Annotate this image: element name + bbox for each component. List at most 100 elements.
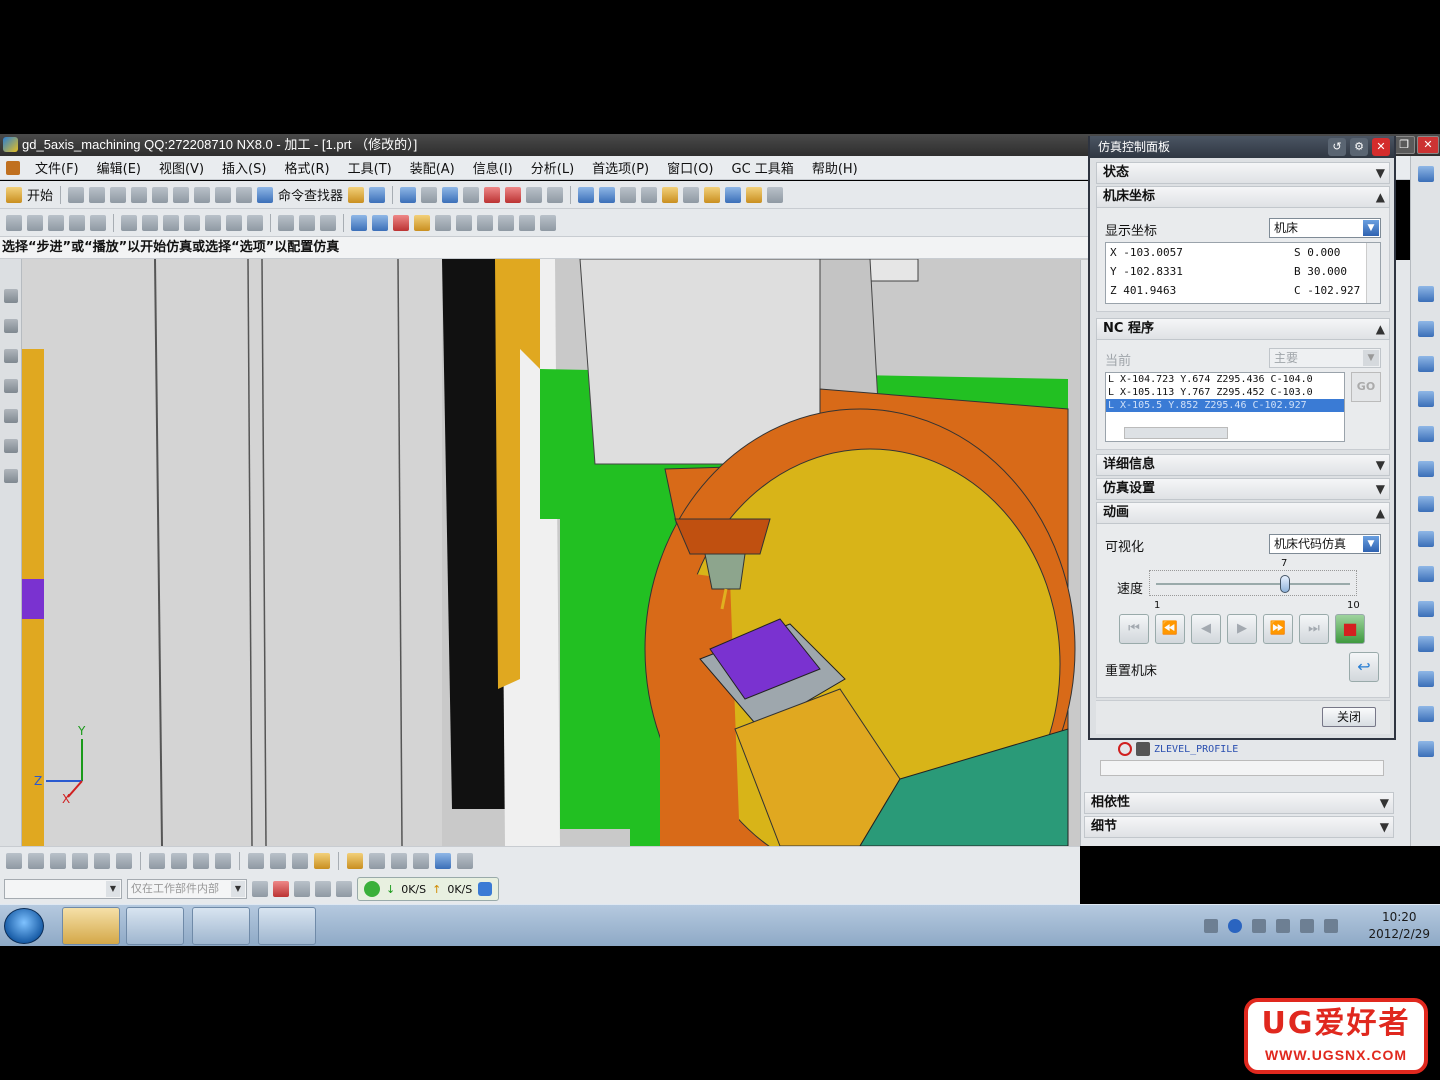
start-button[interactable] bbox=[4, 908, 44, 944]
network-icon[interactable] bbox=[1300, 919, 1315, 933]
show-hide-icon[interactable] bbox=[620, 186, 637, 203]
reuse-tab-icon[interactable] bbox=[1418, 531, 1434, 547]
wcs-icon[interactable] bbox=[526, 186, 543, 203]
menu-window[interactable]: 窗口(O) bbox=[658, 158, 722, 177]
command-finder-button[interactable]: 命令查找器 bbox=[278, 185, 343, 204]
step-back-to-op-icon[interactable]: ⏪ bbox=[1155, 614, 1185, 644]
materials-tab-icon[interactable] bbox=[1418, 566, 1434, 582]
details-nav-section-header[interactable]: 细节 ▼ bbox=[1084, 816, 1394, 838]
menu-file[interactable]: 文件(F) bbox=[26, 158, 88, 177]
create-method-icon[interactable] bbox=[69, 214, 85, 231]
reset-machine-icon[interactable]: ↩ bbox=[1349, 652, 1379, 682]
nav-operation-row[interactable]: ZLEVEL_PROFILE bbox=[1118, 742, 1238, 756]
menu-analysis[interactable]: 分析(L) bbox=[522, 158, 583, 177]
nc-listing-hscrollbar[interactable] bbox=[1124, 427, 1228, 439]
status-section-header[interactable]: 状态 ▼ bbox=[1096, 162, 1390, 184]
save-icon[interactable] bbox=[110, 186, 127, 203]
system-materials-icon[interactable] bbox=[4, 439, 18, 453]
create-tool-icon[interactable] bbox=[27, 214, 43, 231]
menu-gc-toolkit[interactable]: GC 工具箱 bbox=[723, 158, 803, 177]
move-to-layer-icon[interactable] bbox=[292, 852, 308, 869]
verify-path-icon[interactable] bbox=[163, 214, 179, 231]
wcs-rotate-icon[interactable] bbox=[171, 852, 187, 869]
menu-view[interactable]: 视图(V) bbox=[150, 158, 213, 177]
open-file-icon[interactable] bbox=[89, 186, 106, 203]
machine-nav-tab-icon[interactable] bbox=[1418, 321, 1434, 337]
goto-button[interactable]: GO bbox=[1351, 372, 1381, 402]
dependencies-section-header[interactable]: 相依性 ▼ bbox=[1084, 792, 1394, 814]
wizard-icon[interactable] bbox=[348, 186, 365, 203]
selection-scope-dropdown[interactable]: 仅在工作部件内部 ▼ bbox=[127, 879, 247, 899]
hd3d-tab-icon[interactable] bbox=[1418, 601, 1434, 617]
layer-visible-icon[interactable] bbox=[270, 852, 286, 869]
palette-tab-icon[interactable] bbox=[1418, 461, 1434, 477]
ops-nav-tab-icon[interactable] bbox=[1418, 286, 1434, 302]
start-menu-button[interactable]: 开始 bbox=[27, 185, 53, 204]
scroll-down-icon[interactable] bbox=[1418, 741, 1434, 757]
snap-endpoint-icon[interactable] bbox=[6, 852, 22, 869]
paste-icon[interactable] bbox=[194, 186, 211, 203]
curve-select-icon[interactable] bbox=[315, 881, 331, 897]
create-operation-icon[interactable] bbox=[90, 214, 106, 231]
measure-distance-icon[interactable] bbox=[413, 852, 429, 869]
crosshair-icon[interactable] bbox=[391, 852, 407, 869]
snap-intersection-icon[interactable] bbox=[72, 852, 88, 869]
geometry-view-icon[interactable] bbox=[320, 214, 336, 231]
rewind-to-start-icon[interactable]: ⏮ bbox=[1119, 614, 1149, 644]
fast-forward-to-end-icon[interactable]: ⏭ bbox=[1299, 614, 1329, 644]
snap-toggle-icon[interactable] bbox=[336, 881, 352, 897]
volume-icon[interactable] bbox=[1324, 919, 1339, 933]
part-nav-icon[interactable] bbox=[4, 349, 18, 363]
nav-hscrollbar[interactable] bbox=[1100, 760, 1384, 776]
shop-doc-icon[interactable] bbox=[226, 214, 242, 231]
wcs-origin-icon[interactable] bbox=[149, 852, 165, 869]
menu-preferences[interactable]: 首选项(P) bbox=[583, 158, 658, 177]
analysis-icon[interactable] bbox=[767, 186, 784, 203]
clock[interactable]: 10:20 2012/2/29 bbox=[1368, 909, 1430, 943]
keyboard-icon[interactable] bbox=[1204, 919, 1219, 933]
web-browser-tab-icon[interactable] bbox=[1418, 426, 1434, 442]
restore-down-icon[interactable] bbox=[1418, 166, 1434, 182]
generate-path-icon[interactable] bbox=[121, 214, 137, 231]
step-back-icon[interactable]: ◀ bbox=[1191, 614, 1221, 644]
replay-path-icon[interactable] bbox=[142, 214, 158, 231]
cut-object-icon[interactable] bbox=[414, 214, 430, 231]
analysis-tool-icon[interactable] bbox=[457, 852, 473, 869]
face-select-icon[interactable] bbox=[294, 881, 310, 897]
play-forward-icon[interactable]: ▶ bbox=[1227, 614, 1257, 644]
snap-center-icon[interactable] bbox=[94, 852, 110, 869]
selection-priority-icon[interactable] bbox=[252, 881, 268, 897]
create-program-icon[interactable] bbox=[6, 214, 22, 231]
constraint-nav-icon[interactable] bbox=[4, 319, 18, 333]
history-icon[interactable] bbox=[4, 409, 18, 423]
type-filter-dropdown[interactable]: ▼ bbox=[4, 879, 122, 899]
shaded-view-icon[interactable] bbox=[442, 186, 459, 203]
close-window-button[interactable]: ✕ bbox=[1417, 136, 1439, 154]
machine-view-icon[interactable] bbox=[299, 214, 315, 231]
list-path-icon[interactable] bbox=[184, 214, 200, 231]
point-constructor-icon[interactable] bbox=[314, 852, 330, 869]
display-coords-dropdown[interactable]: 机床 ▼ bbox=[1269, 218, 1381, 238]
edge-display-icon[interactable] bbox=[484, 186, 501, 203]
paste-object-icon[interactable] bbox=[456, 214, 472, 231]
nc-line[interactable]: L X-104.723 Y.674 Z295.436 C-104.0 bbox=[1106, 373, 1344, 386]
display-object-icon[interactable] bbox=[519, 214, 535, 231]
nc-line-current[interactable]: L X-105.5 Y.852 Z295.46 C-102.927 bbox=[1106, 399, 1344, 412]
help-icon[interactable] bbox=[1228, 919, 1243, 933]
create-geometry-icon[interactable] bbox=[48, 214, 64, 231]
print-icon[interactable] bbox=[131, 186, 148, 203]
program-select-dropdown[interactable]: 主要 ▼ bbox=[1269, 348, 1381, 368]
snap-quadrant-icon[interactable] bbox=[116, 852, 132, 869]
program-view-icon[interactable] bbox=[278, 214, 294, 231]
info-object-icon[interactable] bbox=[435, 852, 451, 869]
output-cls-icon[interactable] bbox=[247, 214, 263, 231]
roles-icon[interactable] bbox=[4, 469, 18, 483]
play-path-icon[interactable] bbox=[725, 186, 742, 203]
undo-icon[interactable] bbox=[236, 186, 253, 203]
settings-gear-icon[interactable]: ⚙ bbox=[1350, 138, 1368, 156]
op-nav-icon[interactable] bbox=[351, 214, 367, 231]
render-style-icon[interactable] bbox=[463, 186, 480, 203]
nc-line[interactable]: L X-105.113 Y.767 Z295.452 C-103.0 bbox=[1106, 386, 1344, 399]
assembly-nav-icon[interactable] bbox=[4, 289, 18, 303]
feature-nav-tab-icon[interactable] bbox=[1418, 391, 1434, 407]
